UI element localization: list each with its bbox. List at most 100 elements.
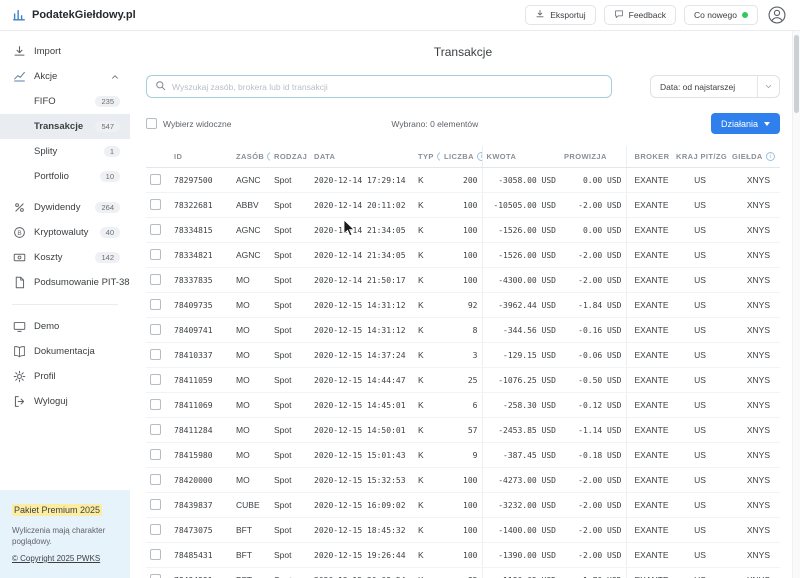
- row-checkbox[interactable]: [150, 549, 161, 560]
- sidebar-item-pit38[interactable]: Podsumowanie PIT-38: [0, 270, 130, 295]
- info-icon[interactable]: i: [766, 152, 775, 161]
- sidebar-item-fifo[interactable]: FIFO 235: [0, 89, 130, 114]
- sidebar-item-splity[interactable]: Splity 1: [0, 139, 130, 164]
- row-checkbox[interactable]: [150, 499, 161, 510]
- select-visible-checkbox[interactable]: [146, 118, 157, 129]
- column-header-amount[interactable]: KWOTA: [482, 146, 560, 168]
- cell-date: 2020-12-15 14:45:01: [310, 393, 414, 418]
- column-header-qty[interactable]: LICZBAi: [440, 146, 482, 168]
- row-checkbox[interactable]: [150, 474, 161, 485]
- cell-broker: EXANTE: [626, 493, 672, 518]
- row-checkbox[interactable]: [150, 224, 161, 235]
- actions-button-label: Działania: [721, 119, 758, 129]
- export-button[interactable]: Eksportuj: [525, 5, 595, 25]
- table-row[interactable]: 78337835MOSpot2020-12-14 21:50:17K100-43…: [146, 268, 780, 293]
- sort-select[interactable]: Data: od najstarszej: [650, 75, 780, 98]
- cell-id: 78409735: [170, 293, 232, 318]
- row-checkbox[interactable]: [150, 199, 161, 210]
- table-row[interactable]: 78473075BFTSpot2020-12-15 18:45:32K100-1…: [146, 518, 780, 543]
- sidebar-item-profil[interactable]: Profil: [0, 364, 130, 389]
- column-header-exchange[interactable]: GIEŁDAi: [728, 146, 780, 168]
- cell-id: 78337835: [170, 268, 232, 293]
- sidebar-item-import[interactable]: Import: [0, 39, 130, 64]
- sidebar-item-demo[interactable]: Demo: [0, 314, 130, 339]
- cell-type: K: [414, 343, 440, 368]
- column-header-type[interactable]: TYPi: [414, 146, 440, 168]
- select-visible-control[interactable]: Wybierz widoczne: [146, 118, 231, 129]
- logo[interactable]: PodatekGiełdowy.pl: [12, 8, 136, 22]
- sidebar-item-portfolio[interactable]: Portfolio 10: [0, 164, 130, 189]
- column-header-kind[interactable]: RODZAJi: [270, 146, 310, 168]
- table-row[interactable]: 78322681ABBVSpot2020-12-14 20:11:02K100-…: [146, 193, 780, 218]
- row-checkbox[interactable]: [150, 274, 161, 285]
- export-label: Eksportuj: [550, 10, 585, 20]
- row-checkbox[interactable]: [150, 249, 161, 260]
- premium-badge[interactable]: Pakiet Premium 2025: [12, 504, 102, 516]
- row-checkbox[interactable]: [150, 424, 161, 435]
- cell-qty: 100: [440, 268, 482, 293]
- table-row[interactable]: 78411284MOSpot2020-12-15 14:50:01K57-245…: [146, 418, 780, 443]
- cell-amount: -4300.00 USD: [482, 268, 560, 293]
- avatar[interactable]: [766, 4, 788, 26]
- column-header-fee[interactable]: PROWIZJA: [560, 146, 626, 168]
- sidebar-item-dokumentacja[interactable]: Dokumentacja: [0, 339, 130, 364]
- column-header-broker[interactable]: BROKER: [626, 146, 672, 168]
- table-row[interactable]: 78409735MOSpot2020-12-15 14:31:12K92-396…: [146, 293, 780, 318]
- sidebar-item-kryptowaluty[interactable]: B Kryptowaluty 40: [0, 220, 130, 245]
- table-row[interactable]: 78410337MOSpot2020-12-15 14:37:24K3-129.…: [146, 343, 780, 368]
- sidebar-item-wyloguj[interactable]: Wyloguj: [0, 389, 130, 414]
- table-row[interactable]: 78411059MOSpot2020-12-15 14:44:47K25-107…: [146, 368, 780, 393]
- row-checkbox[interactable]: [150, 349, 161, 360]
- cell-broker: EXANTE: [626, 368, 672, 393]
- info-icon[interactable]: i: [267, 152, 270, 161]
- table-row[interactable]: 78485431BFTSpot2020-12-15 19:26:44K100-1…: [146, 543, 780, 568]
- cell-type: K: [414, 418, 440, 443]
- sidebar-item-akcje[interactable]: Akcje: [0, 64, 130, 89]
- table-row[interactable]: 78420000MOSpot2020-12-15 15:32:53K100-42…: [146, 468, 780, 493]
- cell-qty: 85: [440, 568, 482, 578]
- info-icon[interactable]: i: [437, 152, 440, 161]
- whats-new-button[interactable]: Co nowego: [684, 5, 758, 25]
- chevron-up-icon[interactable]: [110, 72, 120, 82]
- row-checkbox[interactable]: [150, 374, 161, 385]
- row-checkbox[interactable]: [150, 449, 161, 460]
- row-checkbox[interactable]: [150, 524, 161, 535]
- cell-broker: EXANTE: [626, 443, 672, 468]
- row-checkbox[interactable]: [150, 399, 161, 410]
- row-checkbox[interactable]: [150, 324, 161, 335]
- column-header-id[interactable]: ID: [170, 146, 232, 168]
- table-row[interactable]: 78439837CUBESpot2020-12-15 16:09:02K100-…: [146, 493, 780, 518]
- sidebar-item-transakcje[interactable]: Transakcje 547: [0, 114, 130, 139]
- sidebar-item-koszty[interactable]: Koszty 142: [0, 245, 130, 270]
- cell-id: 78334821: [170, 243, 232, 268]
- info-icon[interactable]: i: [477, 152, 482, 161]
- sidebar-item-dywidendy[interactable]: Dywidendy 264: [0, 195, 130, 220]
- row-checkbox[interactable]: [150, 299, 161, 310]
- table-row[interactable]: 78411069MOSpot2020-12-15 14:45:01K6-258.…: [146, 393, 780, 418]
- table-row[interactable]: 78334815AGNCSpot2020-12-14 21:34:05K100-…: [146, 218, 780, 243]
- copyright-link[interactable]: © Copyright 2025 PWKS: [12, 554, 100, 563]
- cell-broker: EXANTE: [626, 268, 672, 293]
- topbar-actions: Eksportuj Feedback Co nowego: [525, 4, 788, 26]
- cell-broker: EXANTE: [626, 468, 672, 493]
- column-header-date[interactable]: DATA: [310, 146, 414, 168]
- monitor-icon: [12, 320, 26, 334]
- cell-kind: Spot: [270, 468, 310, 493]
- search-input[interactable]: [172, 82, 603, 92]
- table-row[interactable]: 78334821AGNCSpot2020-12-14 21:34:05K100-…: [146, 243, 780, 268]
- table-row[interactable]: 78415980MOSpot2020-12-15 15:01:43K9-387.…: [146, 443, 780, 468]
- row-checkbox[interactable]: [150, 174, 161, 185]
- cell-amount: -3232.00 USD: [482, 493, 560, 518]
- document-icon: [12, 276, 26, 290]
- scrollbar-thumb[interactable]: [794, 35, 799, 113]
- row-checkbox[interactable]: [150, 574, 161, 578]
- vertical-scrollbar[interactable]: [792, 31, 800, 578]
- table-row[interactable]: 78494991BFTSpot2020-12-15 20:09:54K85-11…: [146, 568, 780, 578]
- actions-button[interactable]: Działania: [711, 113, 780, 134]
- feedback-button[interactable]: Feedback: [604, 5, 676, 25]
- column-header-country[interactable]: KRAJ PIT/ZGi: [672, 146, 728, 168]
- table-row[interactable]: 78297500AGNCSpot2020-12-14 17:29:14K200-…: [146, 168, 780, 193]
- column-header-asset[interactable]: ZASÓBi: [232, 146, 270, 168]
- table-row[interactable]: 78409741MOSpot2020-12-15 14:31:12K8-344.…: [146, 318, 780, 343]
- cell-date: 2020-12-15 14:31:12: [310, 293, 414, 318]
